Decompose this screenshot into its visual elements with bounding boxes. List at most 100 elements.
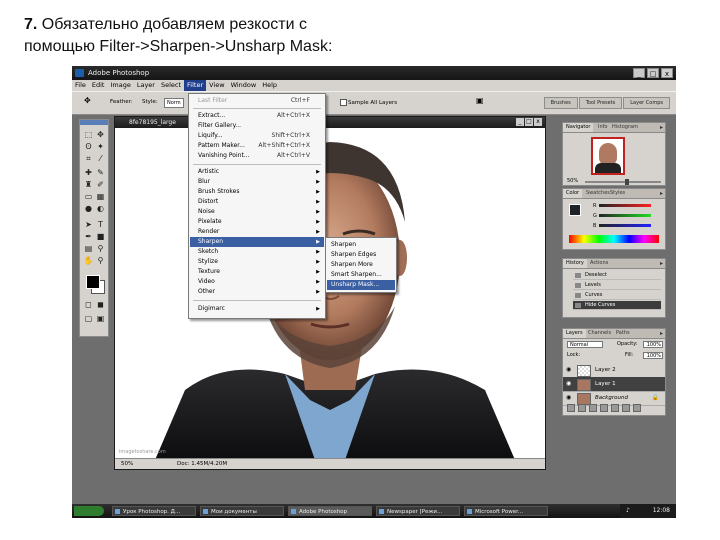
history-item[interactable]: Deselect — [573, 271, 661, 280]
navigator-zoom-slider[interactable] — [585, 179, 661, 185]
path-selection-icon[interactable]: ➤ — [83, 220, 94, 230]
tab-navigator[interactable]: Navigator — [563, 123, 594, 132]
portrait-image[interactable] — [115, 128, 545, 460]
gradient-tool-icon[interactable]: ▦ — [95, 192, 106, 202]
fill-input[interactable]: 100% — [643, 352, 663, 359]
trash-icon[interactable] — [633, 404, 641, 412]
submenu-item-smart-sharpen[interactable]: Smart Sharpen... — [327, 270, 395, 280]
panel-menu-icon[interactable]: ▸ — [660, 259, 663, 268]
clone-stamp-icon[interactable]: ♜ — [83, 180, 94, 190]
color-foreground-swatch[interactable] — [569, 204, 581, 216]
move-tool-icon[interactable]: ✥ — [84, 96, 91, 105]
magic-wand-icon[interactable]: ✦ — [95, 142, 106, 152]
menu-item-brush-strokes[interactable]: Brush Strokes ▶ — [190, 187, 324, 197]
menu-image[interactable]: Image — [107, 80, 133, 91]
healing-brush-icon[interactable]: ✚ — [83, 168, 94, 178]
taskbar-button[interactable]: Урок Photoshop. Д... — [112, 506, 196, 516]
submenu-item-sharpen-edges[interactable]: Sharpen Edges — [327, 250, 395, 260]
menu-edit[interactable]: Edit — [89, 80, 108, 91]
minimize-button[interactable]: _ — [633, 68, 645, 78]
menu-file[interactable]: File — [72, 80, 89, 91]
menu-item-pattern-maker[interactable]: Pattern Maker... Alt+Shift+Ctrl+X — [190, 141, 324, 151]
menu-view[interactable]: View — [206, 80, 227, 91]
tab-color[interactable]: Color — [563, 189, 583, 198]
move-tool-icon[interactable]: ✥ — [95, 130, 106, 140]
menu-item-sketch[interactable]: Sketch ▶ — [190, 247, 324, 257]
link-layers-icon[interactable] — [567, 404, 575, 412]
clock[interactable]: 12:08 — [653, 504, 670, 518]
eraser-tool-icon[interactable]: ▭ — [83, 192, 94, 202]
eye-icon[interactable]: ◉ — [566, 395, 571, 401]
zoom-level[interactable]: 50% — [121, 459, 133, 469]
start-button[interactable] — [74, 506, 104, 516]
quick-mask-icon[interactable]: ◻ — [83, 300, 94, 310]
menu-item-stylize[interactable]: Stylize ▶ — [190, 257, 324, 267]
menu-item-liquify[interactable]: Liquify... Shift+Ctrl+X — [190, 131, 324, 141]
close-button[interactable]: x — [661, 68, 673, 78]
shape-tool-icon[interactable]: ■ — [95, 232, 106, 242]
menu-item-artistic[interactable]: Artistic ▶ — [190, 167, 324, 177]
color-spectrum-bar[interactable] — [569, 235, 659, 243]
zoom-tool-icon[interactable]: ⚲ — [95, 256, 106, 266]
menu-item-pixelate[interactable]: Pixelate ▶ — [190, 217, 324, 227]
menu-item-texture[interactable]: Texture ▶ — [190, 267, 324, 277]
volume-icon[interactable]: ♪ — [626, 504, 630, 518]
menu-item-filter-gallery[interactable]: Filter Gallery... — [190, 121, 324, 131]
submenu-item-sharpen[interactable]: Sharpen — [327, 240, 395, 250]
tool-presets-tab[interactable]: Tool Presets — [578, 97, 623, 109]
blue-slider[interactable] — [599, 224, 651, 227]
marquee-tool-icon[interactable]: ⬚ — [83, 130, 94, 140]
history-item[interactable]: Curves — [573, 291, 661, 300]
navigator-thumbnail[interactable] — [591, 137, 625, 175]
toolbox-grip[interactable] — [80, 120, 108, 125]
pen-tool-icon[interactable]: ✒ — [83, 232, 94, 242]
menu-item-vanishing-point[interactable]: Vanishing Point... Alt+Ctrl+V — [190, 151, 324, 161]
opacity-input[interactable]: 100% — [643, 341, 663, 348]
taskbar-button[interactable]: Newspaper [Режи... — [376, 506, 460, 516]
doc-close-button[interactable]: x — [534, 118, 542, 126]
quick-mask-on-icon[interactable]: ◼ — [95, 300, 106, 310]
new-layer-icon[interactable] — [622, 404, 630, 412]
menu-item-blur[interactable]: Blur ▶ — [190, 177, 324, 187]
history-item-selected[interactable]: Hide Curves — [573, 301, 661, 310]
maximize-button[interactable]: □ — [647, 68, 659, 78]
menu-item-render[interactable]: Render ▶ — [190, 227, 324, 237]
navigator-zoom[interactable]: 50% — [567, 178, 578, 184]
layer-comps-tab[interactable]: Layer Comps — [623, 97, 670, 109]
layer-row[interactable]: ◉ Layer 2 — [563, 363, 665, 378]
history-item[interactable]: Levels — [573, 281, 661, 290]
history-brush-icon[interactable]: ✐ — [95, 180, 106, 190]
style-select[interactable]: Norm — [164, 98, 184, 108]
panel-menu-icon[interactable]: ▸ — [660, 123, 663, 132]
sample-all-layers-checkbox[interactable]: Sample All Layers — [340, 99, 397, 106]
doc-maximize-button[interactable]: □ — [525, 118, 533, 126]
menu-item-video[interactable]: Video ▶ — [190, 277, 324, 287]
document-title-bar[interactable]: 8fe78195_large _ □ x — [115, 117, 545, 128]
eye-icon[interactable]: ◉ — [566, 367, 571, 373]
doc-minimize-button[interactable]: _ — [516, 118, 524, 126]
menu-item-other[interactable]: Other ▶ — [190, 287, 324, 297]
menu-item-digimarc[interactable]: Digimarc ▶ — [190, 304, 324, 314]
palette-well-icon[interactable]: ▣ — [476, 96, 484, 105]
green-slider[interactable] — [599, 214, 651, 217]
taskbar-button[interactable]: Мои документы — [200, 506, 284, 516]
crop-tool-icon[interactable]: ⌗ — [83, 154, 94, 164]
menu-item-sharpen[interactable]: Sharpen ▶ — [190, 237, 324, 247]
blur-tool-icon[interactable]: ● — [83, 204, 94, 214]
tab-actions[interactable]: Actions — [587, 259, 611, 268]
tab-styles[interactable]: Styles — [607, 189, 628, 198]
layer-mask-icon[interactable] — [589, 404, 597, 412]
adjustment-layer-icon[interactable] — [600, 404, 608, 412]
taskbar-button-active[interactable]: Adobe Photoshop — [288, 506, 372, 516]
lasso-tool-icon[interactable]: ʘ — [83, 142, 94, 152]
menu-item-extract[interactable]: Extract... Alt+Ctrl+X — [190, 111, 324, 121]
tab-histogram[interactable]: Histogram — [609, 123, 641, 132]
screen-mode-icon[interactable]: ▢ — [83, 314, 94, 324]
tab-layers[interactable]: Layers — [563, 329, 586, 338]
panel-menu-icon[interactable]: ▸ — [660, 329, 663, 338]
brushes-tab[interactable]: Brushes — [543, 97, 578, 109]
eye-icon[interactable]: ◉ — [566, 381, 571, 387]
panel-menu-icon[interactable]: ▸ — [660, 189, 663, 198]
menu-window[interactable]: Window — [228, 80, 260, 91]
brush-tool-icon[interactable]: ✎ — [95, 168, 106, 178]
